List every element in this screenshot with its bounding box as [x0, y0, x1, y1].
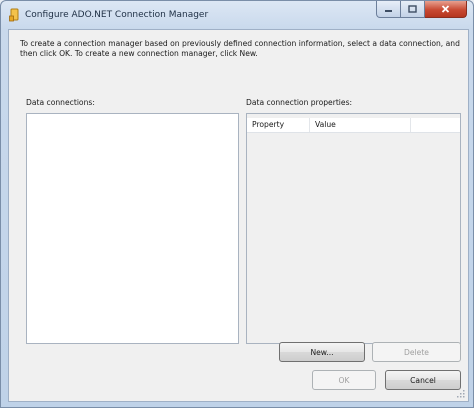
close-button[interactable]: [425, 1, 467, 18]
delete-button[interactable]: Delete: [372, 342, 461, 362]
cancel-button[interactable]: Cancel: [385, 370, 461, 390]
new-button[interactable]: New...: [279, 342, 365, 362]
close-icon: [441, 5, 450, 13]
minimize-button[interactable]: [376, 1, 401, 18]
data-connection-properties-grid[interactable]: Property Value: [246, 113, 461, 344]
column-header-property[interactable]: Property: [247, 118, 310, 132]
data-connections-label: Data connections:: [26, 98, 95, 107]
maximize-icon: [408, 5, 417, 13]
caption-buttons: [376, 1, 467, 19]
instructions-text: To create a connection manager based on …: [20, 39, 460, 58]
resize-grip-icon[interactable]: [455, 388, 465, 398]
minimize-icon: [385, 10, 392, 12]
ssis-package-icon: [9, 8, 19, 22]
column-header-value[interactable]: Value: [310, 118, 411, 132]
ok-button[interactable]: OK: [312, 370, 376, 390]
maximize-button[interactable]: [401, 1, 425, 18]
data-connection-properties-label: Data connection properties:: [246, 98, 353, 107]
title-bar[interactable]: Configure ADO.NET Connection Manager: [1, 1, 473, 29]
grid-header: Property Value: [247, 118, 460, 133]
dialog-window: Configure ADO.NET Connection Manager To …: [0, 0, 474, 408]
column-header-filler: [411, 118, 460, 132]
window-title: Configure ADO.NET Connection Manager: [25, 10, 209, 20]
data-connections-list[interactable]: [26, 113, 239, 344]
